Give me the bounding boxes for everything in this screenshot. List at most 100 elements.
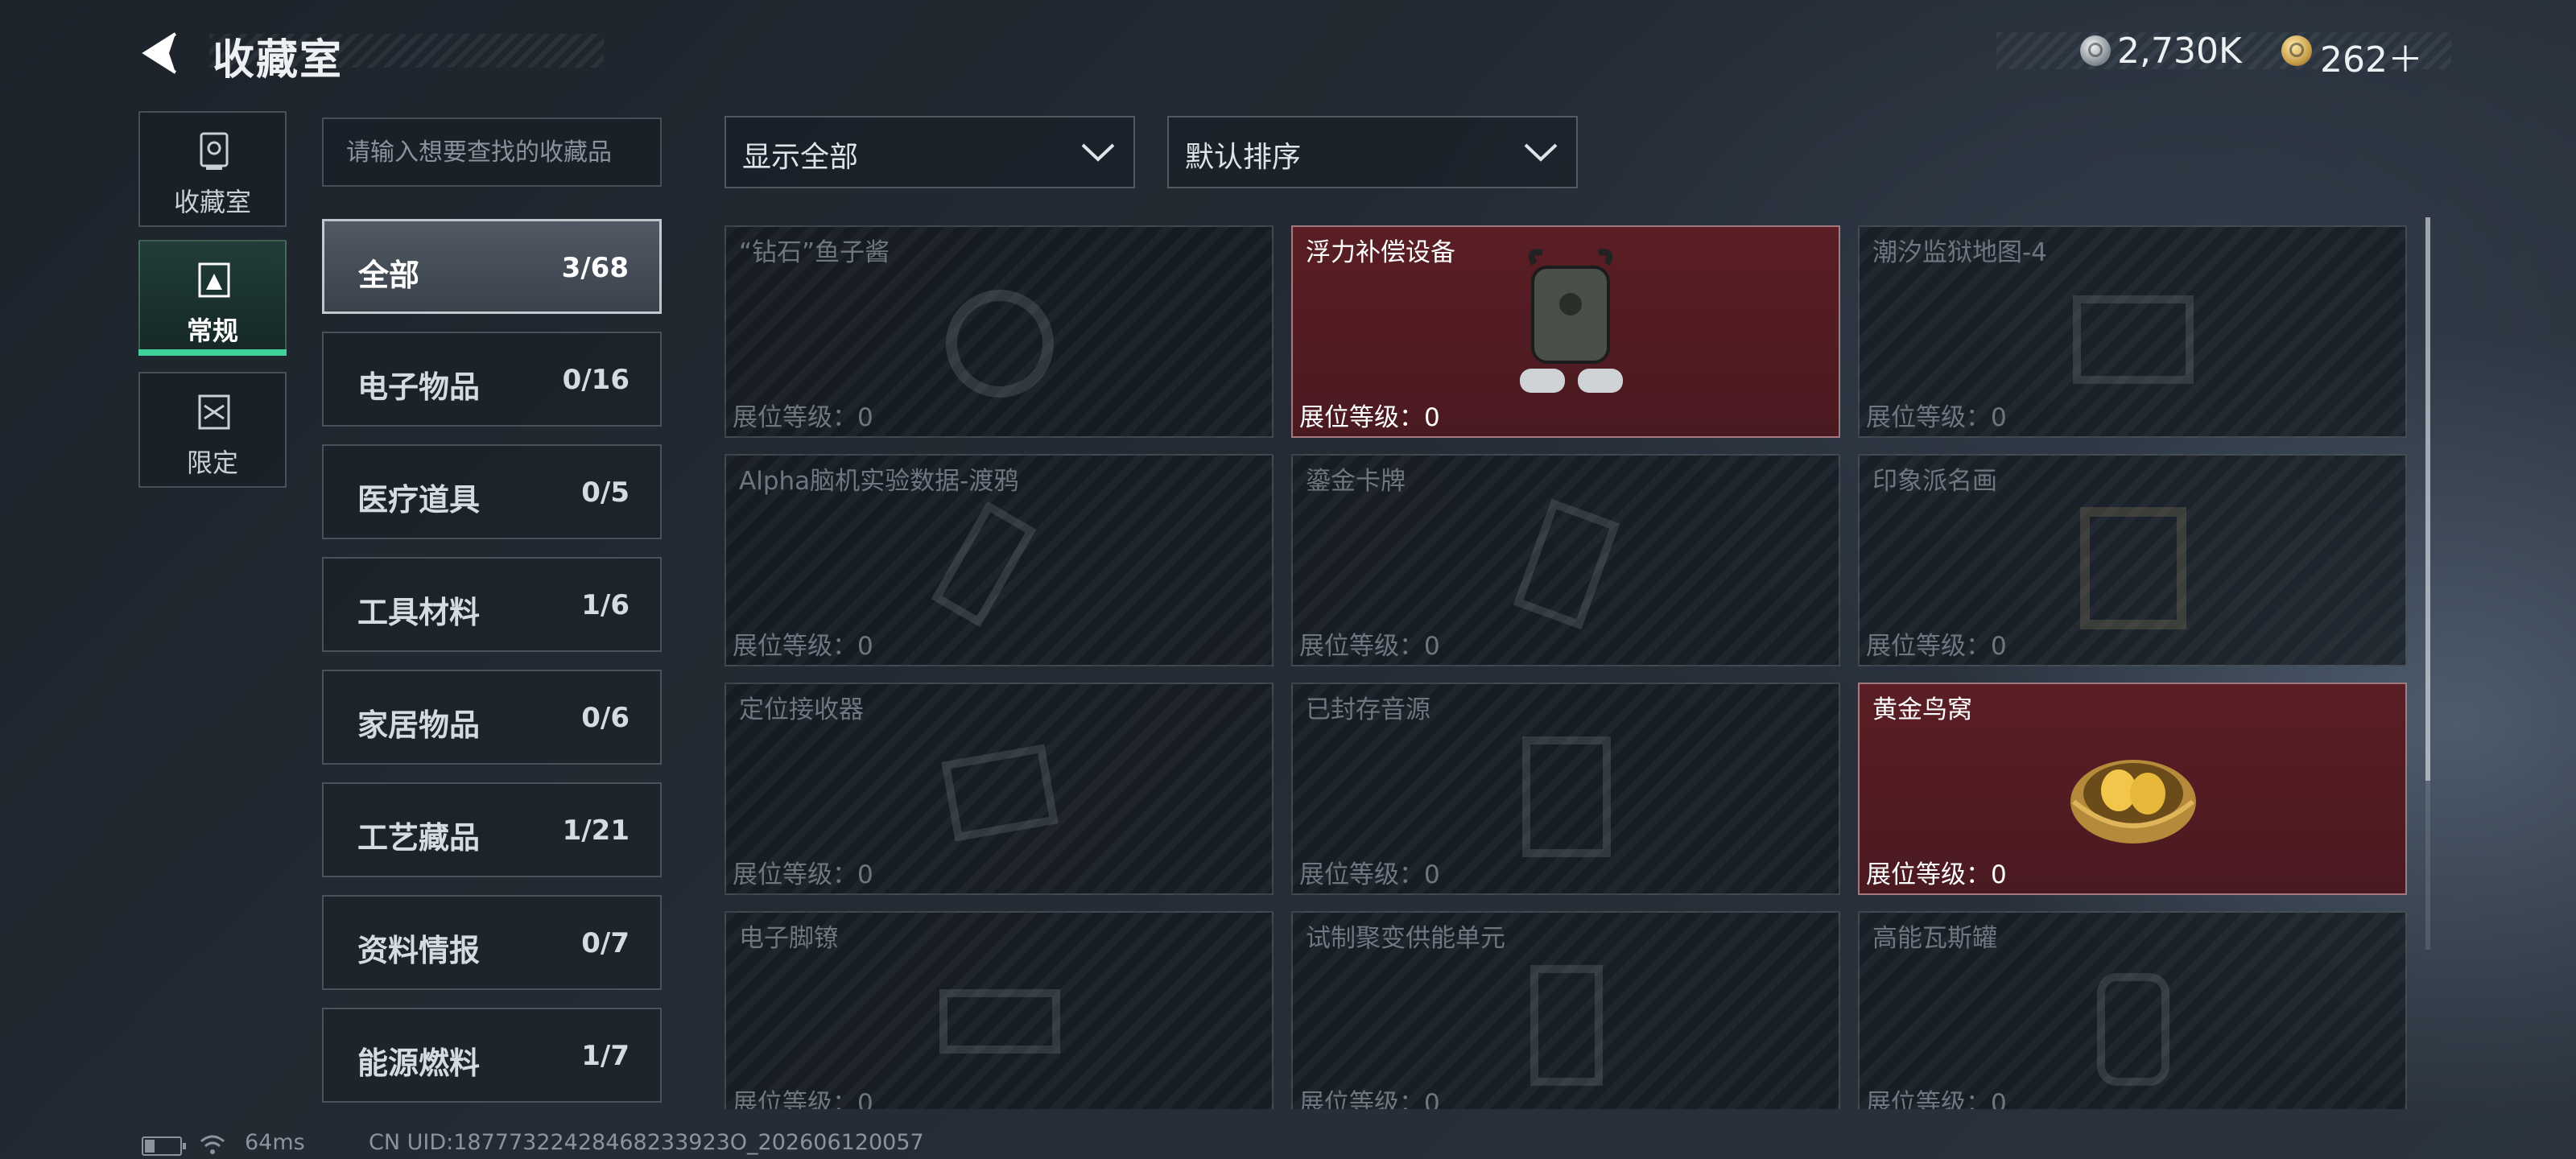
nav-collection[interactable]: 收藏室	[138, 111, 287, 227]
nav-limited[interactable]: 限定	[138, 372, 287, 488]
item-ghost-icon	[2080, 507, 2186, 629]
category-energy[interactable]: 能源燃料 1/7	[322, 1008, 662, 1103]
trophy-icon	[200, 132, 229, 170]
gold-coin-icon	[2281, 35, 2312, 66]
category-count: 0/7	[581, 927, 630, 959]
header: 收藏室 2,730K 262＋	[0, 0, 2576, 105]
item-level: 展位等级：0	[1299, 403, 1440, 432]
nav-collection-label: 收藏室	[173, 187, 251, 217]
item-ghost-icon	[1513, 498, 1620, 630]
nav-regular[interactable]: 常规	[138, 240, 287, 356]
item-ghost-icon	[1522, 736, 1611, 857]
item-card[interactable]: 鎏金卡牌 展位等级：0	[1291, 454, 1840, 666]
category-household[interactable]: 家居物品 0/6	[322, 670, 662, 765]
item-level: 展位等级：0	[1866, 632, 2007, 661]
category-tools[interactable]: 工具材料 1/6	[322, 557, 662, 652]
currency-bar: 2,730K 262＋	[1996, 29, 2451, 80]
item-card[interactable]: 潮汐监狱地图-4 展位等级：0	[1858, 225, 2407, 438]
search-input[interactable]	[322, 118, 662, 187]
silver-currency-value: 2,730K	[2117, 31, 2242, 72]
item-grid: “钻石”鱼子酱 展位等级：0 浮力补偿设备 展位等级：0 潮汐监狱地图-4 展位…	[724, 225, 2415, 1109]
item-ghost-icon	[931, 501, 1037, 628]
item-ghost-icon	[939, 989, 1060, 1054]
item-card[interactable]: Alpha脑机实验数据-渡鸦 展位等级：0	[724, 454, 1274, 666]
item-name: 试制聚变供能单元	[1306, 924, 1505, 953]
item-level: 展位等级：0	[1299, 632, 1440, 661]
item-level: 展位等级：0	[733, 403, 873, 432]
regular-icon	[198, 262, 230, 298]
item-name: 潮汐监狱地图-4	[1872, 238, 2047, 267]
item-level: 展位等级：0	[1866, 403, 2007, 432]
item-card[interactable]: 印象派名画 展位等级：0	[1858, 454, 2407, 666]
category-count: 1/21	[562, 815, 630, 847]
item-level: 展位等级：0	[733, 632, 873, 661]
category-count: 0/5	[581, 476, 630, 509]
sort-dropdown[interactable]: 默认排序	[1167, 116, 1578, 188]
chevron-down-icon	[1524, 143, 1558, 162]
golden-nest-icon	[2070, 760, 2196, 843]
item-level: 展位等级：0	[733, 1089, 873, 1109]
item-ghost-icon	[946, 290, 1054, 398]
category-medical[interactable]: 医疗道具 0/5	[322, 444, 662, 539]
silver-coin-icon	[2080, 35, 2111, 66]
category-count: 1/6	[581, 589, 630, 621]
filter-dropdown[interactable]: 显示全部	[724, 116, 1135, 188]
nav-regular-label: 常规	[186, 316, 238, 346]
ping-value: 64ms	[245, 1130, 305, 1155]
item-level: 展位等级：0	[1866, 1089, 2007, 1109]
scrollbar-thumb[interactable]	[2425, 217, 2430, 781]
back-button[interactable]	[137, 29, 185, 77]
user-uid: CN UID:18777322428468233923O_20260612005…	[369, 1130, 924, 1155]
nav-active-indicator	[138, 349, 287, 356]
item-level: 展位等级：0	[1299, 1089, 1440, 1109]
category-intel[interactable]: 资料情报 0/7	[322, 895, 662, 990]
item-card[interactable]: 试制聚变供能单元 展位等级：0	[1291, 911, 1840, 1109]
item-level: 展位等级：0	[1299, 860, 1440, 889]
title-wrap: 收藏室	[209, 23, 604, 85]
item-ghost-icon	[1530, 965, 1603, 1086]
category-name: 工具材料	[357, 595, 481, 630]
category-name: 家居物品	[357, 707, 481, 743]
grid-scrollbar[interactable]	[2425, 217, 2430, 950]
category-count: 0/6	[581, 702, 630, 734]
limited-icon	[198, 394, 230, 430]
status-bar: 64ms CN UID:18777322428468233923O_202606…	[142, 1130, 1269, 1159]
category-count: 0/16	[562, 364, 630, 396]
wifi-icon	[200, 1135, 225, 1154]
item-name: 黄金鸟窝	[1872, 695, 1972, 724]
item-card[interactable]: “钻石”鱼子酱 展位等级：0	[724, 225, 1274, 438]
filter-dropdown-value: 显示全部	[742, 141, 859, 174]
item-card-owned[interactable]: 黄金鸟窝 展位等级：0	[1858, 683, 2407, 895]
item-name: 已封存音源	[1306, 695, 1430, 724]
item-name: “钻石”鱼子酱	[739, 238, 890, 267]
category-name: 资料情报	[357, 933, 481, 968]
item-card[interactable]: 定位接收器 展位等级：0	[724, 683, 1274, 895]
item-name: Alpha脑机实验数据-渡鸦	[739, 467, 1019, 496]
sort-dropdown-value: 默认排序	[1185, 141, 1302, 174]
buoyancy-device-icon	[1520, 249, 1623, 393]
item-ghost-icon	[2097, 973, 2169, 1086]
item-card[interactable]: 高能瓦斯罐 展位等级：0	[1858, 911, 2407, 1109]
item-name: 浮力补偿设备	[1306, 238, 1455, 267]
category-count: 1/7	[581, 1040, 630, 1072]
category-count: 3/68	[561, 252, 629, 284]
category-name: 电子物品	[357, 369, 481, 405]
item-level: 展位等级：0	[1866, 860, 2007, 889]
category-electronics[interactable]: 电子物品 0/16	[322, 332, 662, 427]
item-card-owned[interactable]: 浮力补偿设备 展位等级：0	[1291, 225, 1840, 438]
battery-icon	[142, 1136, 186, 1156]
category-crafts[interactable]: 工艺藏品 1/21	[322, 782, 662, 877]
item-ghost-icon	[941, 744, 1059, 842]
nav-limited-label: 限定	[186, 448, 238, 478]
back-arrow-icon	[142, 32, 177, 74]
category-name: 全部	[358, 258, 420, 293]
item-name: 鎏金卡牌	[1306, 467, 1406, 496]
item-name: 定位接收器	[739, 695, 864, 724]
category-name: 医疗道具	[357, 482, 481, 518]
gold-currency-value[interactable]: 262＋	[2320, 31, 2423, 82]
item-card[interactable]: 已封存音源 展位等级：0	[1291, 683, 1840, 895]
category-all[interactable]: 全部 3/68	[322, 219, 662, 314]
page-title: 收藏室	[213, 36, 344, 85]
item-card[interactable]: 电子脚镣 展位等级：0	[724, 911, 1274, 1109]
item-name: 高能瓦斯罐	[1872, 924, 1997, 953]
